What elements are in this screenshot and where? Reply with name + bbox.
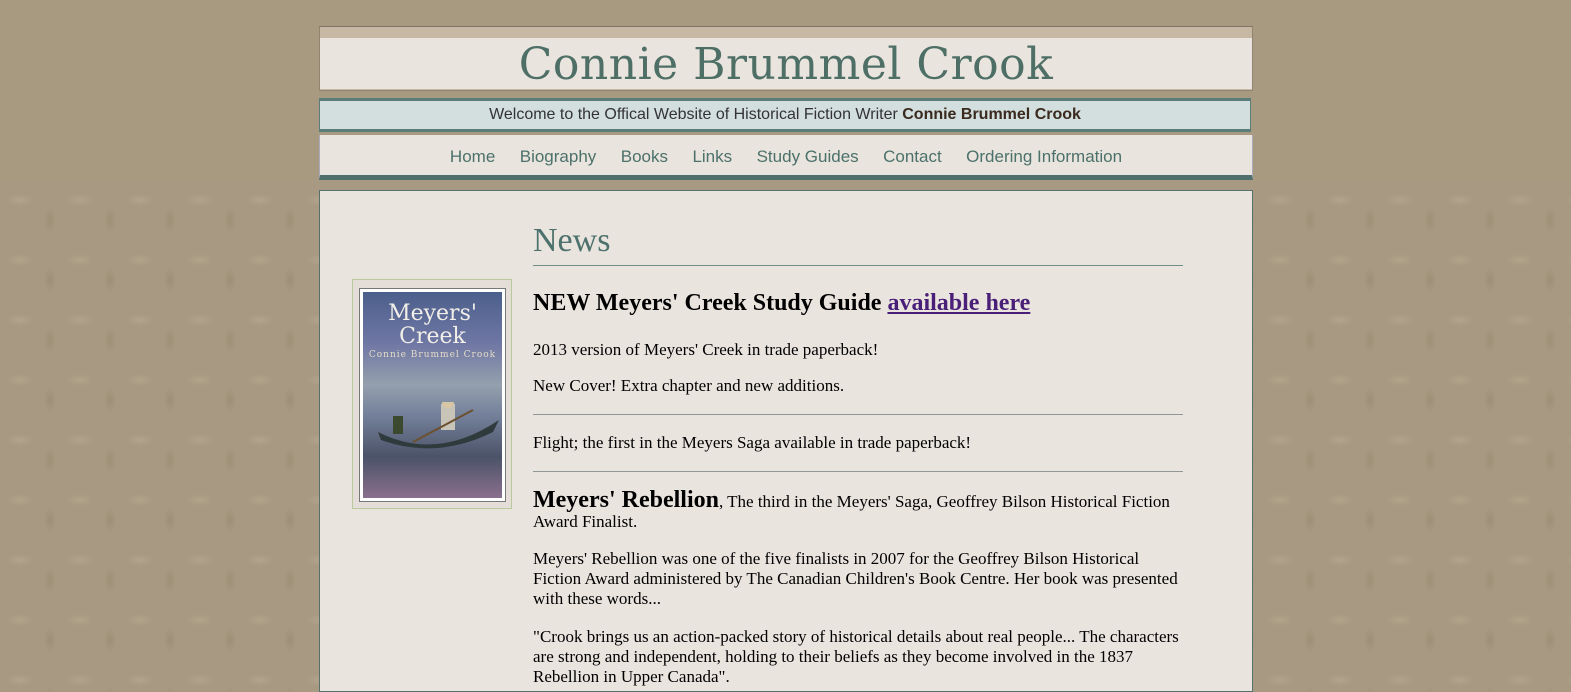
book-cover[interactable]: Meyers' Creek Connie Brummel Crook [359,288,506,502]
headline-text: NEW Meyers' Creek Study Guide [533,290,888,316]
book-cover-frame: Meyers' Creek Connie Brummel Crook [352,279,512,509]
news-paragraph-2: New Cover! Extra chapter and new additio… [533,376,845,395]
news-section: News NEW Meyers' Creek Study Guide avail… [533,221,1183,687]
rebellion-paragraph: Meyers' Rebellion, The third in the Meye… [533,487,1183,532]
nav-study-guides[interactable]: Study Guides [757,135,859,179]
cover-author: Connie Brummel Crook [368,350,497,360]
quote-paragraph: "Crook brings us an action-packed story … [533,627,1179,686]
nav-links[interactable]: Links [692,135,732,179]
news-paragraph-1: 2013 version of Meyers' Creek in trade p… [533,340,879,359]
canoe-illustration [378,402,499,449]
cover-title: Meyers' Creek [388,301,477,349]
nav-ordering-information[interactable]: Ordering Information [966,135,1122,179]
divider-2 [533,471,1183,472]
title-bar: Connie Brummel Crook [320,38,1252,90]
nav-biography[interactable]: Biography [520,135,597,179]
content-area: Meyers' Creek Connie Brummel Crook News … [319,190,1253,692]
tagline-author-name: Connie Brummel Crook [902,106,1081,123]
page-wrapper: Connie Brummel Crook Welcome to the Offi… [319,26,1253,692]
study-guide-headline: NEW Meyers' Creek Study Guide available … [533,288,1183,318]
news-paragraph-3: Flight; the first in the Meyers Saga ava… [533,433,972,452]
rebellion-title: Meyers' Rebellion [533,487,719,513]
nav-home[interactable]: Home [450,135,495,179]
news-heading: News [533,221,1183,266]
header: Connie Brummel Crook [319,26,1253,91]
news-paragraph-4: Meyers' Rebellion was one of the five fi… [533,549,1178,608]
tagline-text: Welcome to the Offical Website of Histor… [489,106,903,123]
nav-books[interactable]: Books [621,135,668,179]
study-guide-link[interactable]: available here [887,290,1030,316]
nav-contact[interactable]: Contact [883,135,942,179]
site-title: Connie Brummel Crook [518,39,1054,90]
divider-1 [533,414,1183,415]
tagline-bar: Welcome to the Offical Website of Histor… [319,98,1251,132]
book-cover-image: Meyers' Creek Connie Brummel Crook [363,292,502,498]
main-nav: Home Biography Books Links Study Guides … [319,135,1253,180]
